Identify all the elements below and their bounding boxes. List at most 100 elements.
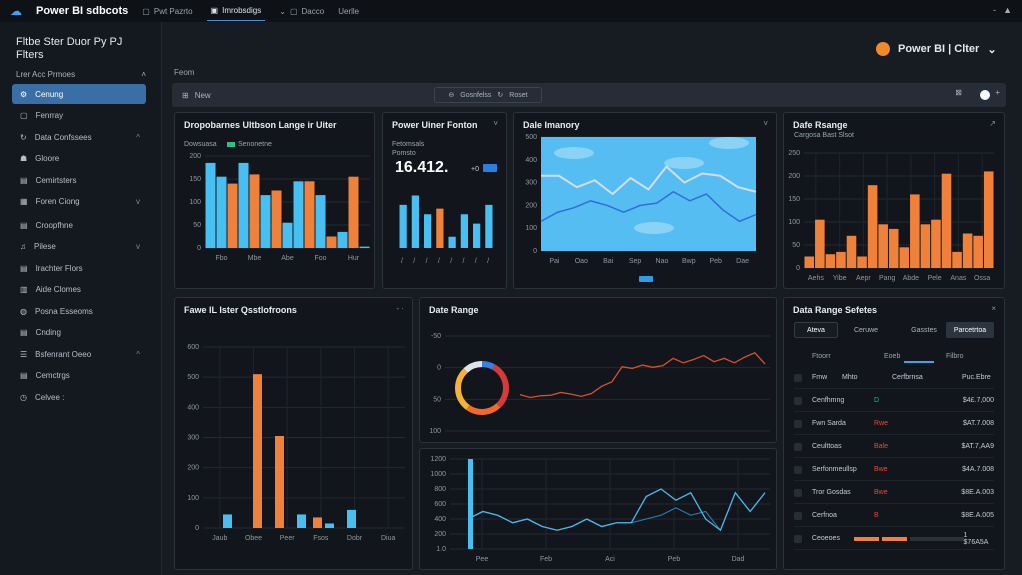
sidebar-item[interactable]: ▥ Aide Clomes (12, 280, 146, 300)
segment-button[interactable]: Parcetrtoa (946, 322, 994, 338)
sidebar-item-label: Aide Clomes (35, 285, 81, 294)
donut-segment (455, 368, 470, 410)
row-tag: Bwe (874, 489, 888, 496)
panel-selector: Data Range Sefetes × Ateva Ceruwe Gasste… (783, 297, 1005, 570)
tab-2[interactable]: ▣ Imrobsdigs (206, 1, 266, 21)
close-icon[interactable]: × (991, 304, 996, 313)
sidebar-item[interactable]: ☗ Gloore (12, 149, 146, 169)
y-tick-label: 200 (189, 153, 201, 160)
scroll-handle[interactable] (639, 276, 653, 282)
chevron-down-icon[interactable]: ˅ (493, 119, 498, 128)
grid-icon: ▥ (20, 285, 28, 294)
x-tick-label: Diua (381, 535, 396, 542)
sidebar-item[interactable]: ▦ Foren Ciong v (12, 192, 146, 212)
row-checkbox[interactable] (794, 442, 802, 451)
tab-4[interactable]: Uerlle (338, 7, 359, 16)
table-row[interactable]: Fwn Sarda Rwe $AT.7.008 (794, 413, 994, 435)
table-row[interactable]: Ceulttoas Bale $AT.7,AA9 (794, 436, 994, 458)
x-tick-label: Bwp (682, 258, 696, 265)
chevron-down-icon[interactable]: ˅ (763, 119, 768, 128)
bar (825, 254, 836, 268)
sidebar-item[interactable]: ▤ Irachter Flors (12, 258, 146, 278)
row-checkbox[interactable] (794, 396, 802, 405)
subtab[interactable]: Filbro (946, 353, 964, 360)
y-tick-label: 1200 (430, 456, 446, 463)
brand-label: Power BI | Clter (898, 43, 980, 55)
brand-logo-icon (876, 42, 890, 56)
sidebar-item[interactable]: ▤ Cemirtsters (12, 170, 146, 190)
filter-pill[interactable]: ⊖ Gosnfelss ↻ Roset (434, 87, 542, 103)
x-tick-label: / (487, 258, 489, 265)
segment-button[interactable]: Ceruwe (844, 322, 888, 338)
add-icon[interactable]: + (995, 88, 1000, 97)
row-name: Ceulttoas (812, 443, 842, 450)
table-row[interactable]: Tror Gosdas Bwe $8E.A.003 (794, 482, 994, 504)
x-tick-label: Aehs (808, 275, 824, 282)
y-tick-label: 150 (788, 196, 800, 203)
row-checkbox[interactable] (794, 534, 802, 543)
chevron-icon: ^ (136, 349, 140, 359)
more-icon[interactable]: - · (396, 304, 404, 313)
sidebar-item-label: Gloore (35, 154, 60, 163)
user-button[interactable]: ▲ (1003, 5, 1012, 15)
sidebar-item-label: Cemirtsters (35, 175, 77, 185)
sidebar-item-label: Pilese (34, 242, 56, 251)
donut-segment (466, 403, 501, 415)
sidebar-item[interactable]: ◍ Posna Esseoms (12, 301, 146, 321)
minimize-button[interactable]: - (993, 5, 996, 15)
sidebar-item[interactable]: ▤ Cemctrgs (12, 366, 146, 386)
filter-label[interactable]: New (195, 91, 211, 100)
kpi-delta: +0 (471, 166, 479, 173)
sidebar-item[interactable]: ▤ Cnding (12, 323, 146, 343)
table-row[interactable]: Serfonmeullsp Bwe $4A.7.008 (794, 459, 994, 481)
segment-button[interactable]: Gasstes (902, 322, 946, 338)
expand-icon[interactable]: ↗ (989, 119, 996, 128)
segment-button[interactable]: Ateva (794, 322, 838, 338)
sidebar-item-label: Posna Esseoms (34, 306, 93, 316)
cloud (664, 157, 704, 169)
row-checkbox[interactable] (794, 419, 802, 428)
row-tag: D (874, 397, 880, 404)
y-tick-label: -50 (431, 333, 441, 340)
sidebar-item[interactable]: ◷ Celvee : (12, 387, 146, 407)
x-tick-label: Peer (280, 535, 295, 542)
table-row[interactable]: Cenfhmng D $4£.7,000 (794, 390, 994, 412)
chart-2-svg: / / / / / / / / (399, 195, 493, 265)
series-line (467, 488, 766, 532)
table-row[interactable]: Cerfnoa B $8E.A.005 (794, 505, 994, 527)
row-checkbox[interactable] (794, 511, 802, 520)
table-row[interactable]: Ceoeoes 1 $76A5A (794, 528, 994, 550)
bar (962, 233, 973, 268)
toggle-button[interactable] (980, 90, 990, 100)
subtab[interactable]: Ftoorr (812, 353, 831, 360)
sidebar-item[interactable]: ⚙ Cenung (12, 84, 146, 104)
sidebar-section[interactable]: Lrer Acc Prmoes ˄ (16, 70, 146, 79)
row-name: Ceoeoes (811, 535, 840, 542)
sidebar-item[interactable]: ↻ Data Confssees ^ (12, 127, 146, 147)
tab-3[interactable]: ⌄ ▢ Dacco (279, 7, 324, 16)
bar (216, 176, 227, 248)
filter-icon: ⊞ (182, 90, 189, 100)
y-tick-label: 1000 (430, 471, 446, 478)
x-tick-label: / (438, 258, 440, 265)
row-checkbox[interactable] (794, 488, 802, 497)
sidebar-item[interactable]: ▤ Croopfhne (12, 215, 146, 235)
x-tick-label: Abde (903, 275, 919, 282)
x-tick-label: Pee (476, 556, 489, 563)
sidebar-item[interactable]: ☰ Bsfenrant Oeeo ^ (12, 344, 146, 364)
cloud (634, 222, 674, 234)
select-all-checkbox[interactable] (794, 373, 802, 382)
row-value: $8E.A.003 (961, 489, 994, 496)
sidebar-item[interactable]: ▢ Fenrray (12, 106, 146, 126)
refresh-icon: ↻ (20, 132, 27, 142)
row-checkbox[interactable] (794, 465, 802, 474)
sidebar-item[interactable]: ♫ Pilese v (12, 237, 146, 257)
row-tag: Bwe (874, 466, 888, 473)
subtab[interactable]: Eoeb (884, 353, 900, 360)
y-tick-label: 1.0 (436, 546, 446, 553)
chevron-up-icon: ˄ (141, 70, 146, 79)
brand[interactable]: Power BI | Clter ⌄ (876, 42, 997, 56)
bookmark-icon[interactable]: ⊠ (955, 88, 962, 97)
tab-1[interactable]: ▢ Pwt Pazrto (142, 7, 192, 16)
bar (315, 195, 326, 248)
